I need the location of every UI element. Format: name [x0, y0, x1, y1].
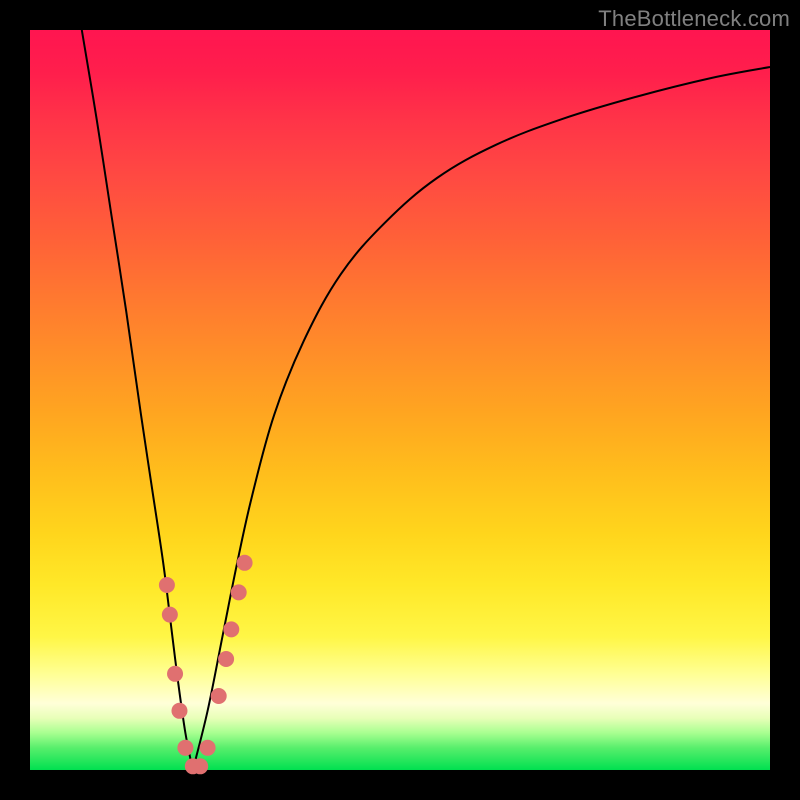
data-marker	[200, 740, 216, 756]
series-right-branch	[193, 67, 770, 770]
data-marker	[167, 666, 183, 682]
data-marker	[223, 621, 239, 637]
marker-group	[159, 555, 253, 775]
line-right-branch	[193, 67, 770, 770]
plot-area	[30, 30, 770, 770]
data-marker	[192, 758, 208, 774]
data-marker	[162, 607, 178, 623]
data-marker	[231, 584, 247, 600]
data-marker	[218, 651, 234, 667]
data-marker	[211, 688, 227, 704]
watermark-text: TheBottleneck.com	[598, 6, 790, 32]
series-left-branch	[82, 30, 193, 770]
data-marker	[177, 740, 193, 756]
line-left-branch	[82, 30, 193, 770]
data-marker	[237, 555, 253, 571]
outer-frame: TheBottleneck.com	[0, 0, 800, 800]
data-marker	[159, 577, 175, 593]
chart-svg	[30, 30, 770, 770]
data-marker	[171, 703, 187, 719]
